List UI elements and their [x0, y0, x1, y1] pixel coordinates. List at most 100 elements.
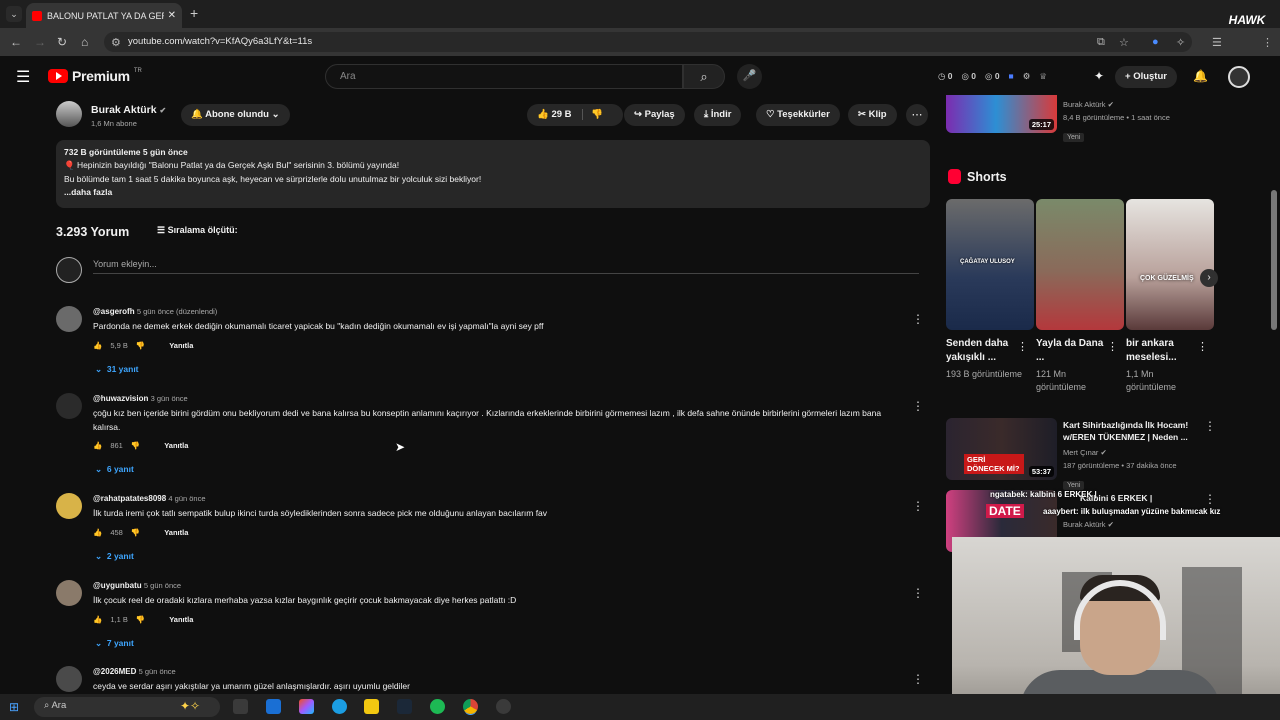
comment-menu-icon[interactable]: ⋮: [912, 499, 924, 513]
close-tab-icon[interactable]: ✕: [168, 10, 176, 21]
video-channel[interactable]: Burak Aktürk ✔: [1063, 98, 1114, 111]
comment-dislike-icon[interactable]: 👎: [131, 441, 140, 450]
ext-counter-1[interactable]: ◷ 0: [938, 71, 953, 82]
forward-icon[interactable]: →: [34, 35, 46, 49]
account-avatar[interactable]: [1228, 66, 1250, 88]
commenter-avatar[interactable]: [56, 493, 82, 519]
reading-list-icon[interactable]: ☰: [1212, 36, 1222, 49]
search-input[interactable]: Ara: [325, 64, 683, 89]
short-thumbnail[interactable]: ÇAĞATAY ULUSOY: [946, 199, 1034, 330]
video-title[interactable]: Kart Sihirbazlığında İlk Hocam! w/EREN T…: [1063, 419, 1203, 443]
chrome-icon[interactable]: [463, 699, 478, 714]
video-title[interactable]: Kalbini 6 ERKEK |: [1080, 492, 1200, 504]
related-video-thumbnail[interactable]: 25:17: [946, 95, 1057, 133]
ext-counter-2[interactable]: ◎ 0: [962, 71, 977, 82]
shorts-next-icon[interactable]: ›: [1200, 269, 1218, 287]
reply-button[interactable]: Yanıtla: [169, 615, 193, 624]
comment-like-icon[interactable]: 👍: [93, 615, 102, 624]
obs-icon[interactable]: [496, 699, 511, 714]
related-video-thumbnail[interactable]: GERİ DÖNECEK Mİ? 53:37: [946, 418, 1057, 480]
short-menu-icon[interactable]: ⋮: [1107, 340, 1118, 353]
site-info-icon[interactable]: ⚙: [111, 36, 121, 49]
file-explorer-icon[interactable]: [364, 699, 379, 714]
ext-blue-icon[interactable]: ■: [1009, 71, 1014, 82]
video-menu-icon[interactable]: ⋮: [1204, 419, 1216, 433]
dislike-button[interactable]: 👎: [582, 109, 604, 120]
search-button[interactable]: ⌕: [683, 64, 725, 89]
back-icon[interactable]: ←: [10, 35, 22, 49]
comment-dislike-icon[interactable]: 👎: [131, 528, 140, 537]
hamburger-menu-icon[interactable]: ☰: [16, 67, 30, 87]
short-title[interactable]: Senden daha yakışıklı ...: [946, 337, 1016, 365]
view-replies-button[interactable]: ⌄ 31 yanıt: [95, 364, 139, 375]
channel-avatar[interactable]: [56, 101, 82, 127]
video-channel[interactable]: Burak Aktürk ✔: [1063, 518, 1114, 531]
edge-icon[interactable]: [332, 699, 347, 714]
figma-icon[interactable]: [299, 699, 314, 714]
commenter-avatar[interactable]: [56, 666, 82, 692]
commenter-avatar[interactable]: [56, 393, 82, 419]
task-view-icon[interactable]: [233, 699, 248, 714]
comment-dislike-icon[interactable]: 👎: [136, 615, 145, 624]
sidebar-scrollbar[interactable]: [1271, 190, 1277, 330]
chrome-menu-icon[interactable]: ⋮: [1262, 36, 1273, 49]
short-menu-icon[interactable]: ⋮: [1017, 340, 1028, 353]
spotify-icon[interactable]: [430, 699, 445, 714]
comment-like-icon[interactable]: 👍: [93, 528, 102, 537]
sparkle-icon[interactable]: ✦: [1094, 69, 1104, 83]
add-comment-input[interactable]: Yorum ekleyin...: [93, 259, 919, 274]
subscribe-button[interactable]: 🔔 Abone olundu ⌄: [181, 104, 290, 126]
view-replies-button[interactable]: ⌄ 2 yanıt: [95, 551, 134, 562]
short-title[interactable]: bir ankara meselesi...: [1126, 337, 1196, 365]
ext-counter-3[interactable]: ◎ 0: [985, 71, 1000, 82]
outlook-icon[interactable]: [266, 699, 281, 714]
short-title[interactable]: Yayla da Dana ...: [1036, 337, 1106, 365]
view-replies-button[interactable]: ⌄ 7 yanıt: [95, 638, 134, 649]
view-replies-button[interactable]: ⌄ 6 yanıt: [95, 464, 134, 475]
reply-button[interactable]: Yanıtla: [164, 441, 188, 450]
comment-menu-icon[interactable]: ⋮: [912, 312, 924, 326]
comment-author[interactable]: @2026MED 5 gün önce: [93, 667, 176, 676]
voice-search-button[interactable]: 🎤: [737, 64, 762, 89]
reload-icon[interactable]: ↻: [57, 35, 67, 49]
video-channel[interactable]: Mert Çınar ✔: [1063, 446, 1107, 459]
comment-author[interactable]: @rahatpatates8098 4 gün önce: [93, 494, 206, 503]
reply-button[interactable]: Yanıtla: [164, 528, 188, 537]
download-button[interactable]: ⤓ İndir: [694, 104, 742, 126]
youtube-logo[interactable]: Premium TR: [48, 68, 142, 84]
reply-button[interactable]: Yanıtla: [169, 341, 193, 350]
like-button[interactable]: 👍 29 B: [537, 109, 572, 120]
short-menu-icon[interactable]: ⋮: [1197, 340, 1208, 353]
ext-award-icon[interactable]: ♕: [1039, 71, 1047, 82]
extensions-puzzle-icon[interactable]: ✧: [1176, 36, 1185, 49]
extension-icon[interactable]: ●: [1152, 36, 1159, 48]
comment-menu-icon[interactable]: ⋮: [912, 399, 924, 413]
comment-dislike-icon[interactable]: 👎: [136, 341, 145, 350]
commenter-avatar[interactable]: [56, 306, 82, 332]
short-thumbnail[interactable]: ÇOK GÜZELMİŞ: [1126, 199, 1214, 330]
tab-search-icon[interactable]: ⌄: [6, 6, 22, 22]
sort-button[interactable]: ☰ Sıralama ölçütü:: [157, 225, 238, 236]
commenter-avatar[interactable]: [56, 580, 82, 606]
new-tab-icon[interactable]: +: [190, 5, 198, 21]
comment-menu-icon[interactable]: ⋮: [912, 672, 924, 686]
ext-gear-icon[interactable]: ⚙: [1023, 71, 1031, 82]
steam-icon[interactable]: [397, 699, 412, 714]
share-button[interactable]: ↪ Paylaş: [624, 104, 685, 126]
description-box[interactable]: 732 B görüntüleme 5 gün önce 🎈 Hepinizin…: [56, 140, 930, 208]
bookmark-star-icon[interactable]: ☆: [1119, 36, 1129, 49]
clip-button[interactable]: ✂ Klip: [848, 104, 897, 126]
comment-author[interactable]: @uygunbatu 5 gün önce: [93, 581, 181, 590]
create-button[interactable]: + Oluştur: [1115, 66, 1177, 88]
channel-name[interactable]: Burak Aktürk ✔: [91, 104, 166, 116]
show-more-link[interactable]: ...daha fazla: [64, 186, 922, 199]
windows-start-icon[interactable]: ⊞: [9, 700, 19, 714]
install-icon[interactable]: ⧉: [1097, 36, 1105, 49]
address-bar[interactable]: youtube.com/watch?v=KfAQy6a3LfY&t=11s: [104, 32, 1192, 52]
home-icon[interactable]: ⌂: [81, 35, 88, 49]
comment-menu-icon[interactable]: ⋮: [912, 586, 924, 600]
comment-like-icon[interactable]: 👍: [93, 341, 102, 350]
video-menu-icon[interactable]: ⋮: [1204, 492, 1216, 506]
thanks-button[interactable]: ♡ Teşekkürler: [756, 104, 840, 126]
browser-tab[interactable]: BALONU PATLAT YA DA GERÇEK ✕: [26, 3, 182, 28]
